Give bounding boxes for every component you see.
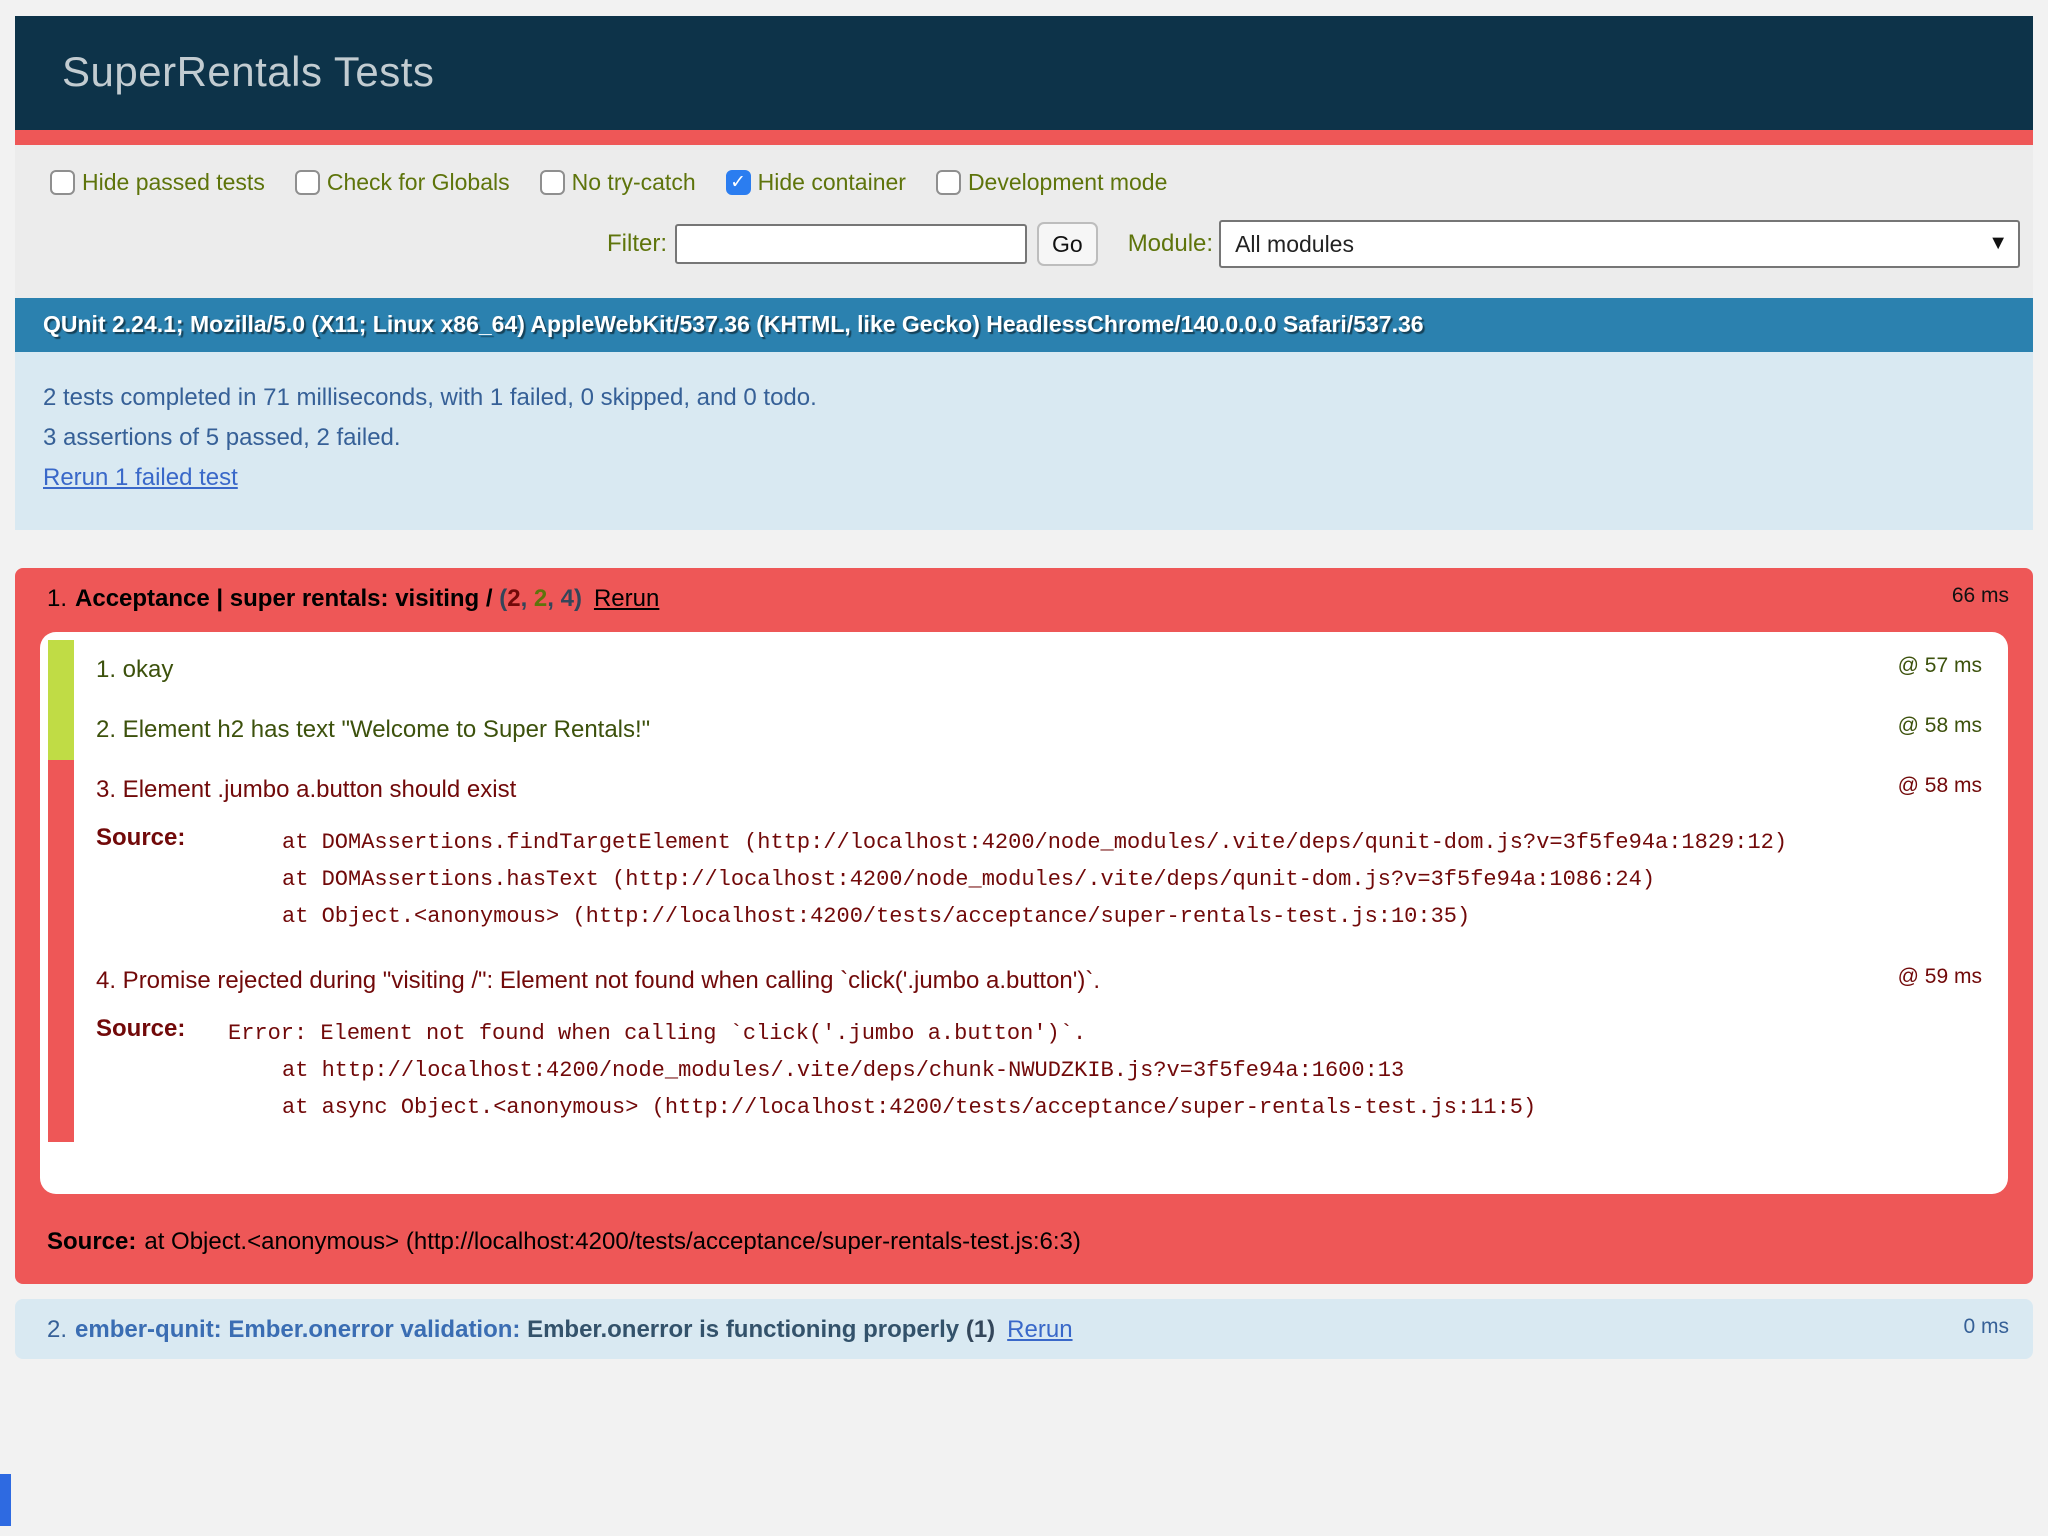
test-item-passed: 2. ember-qunit: Ember.onerror validation:… bbox=[15, 1299, 2033, 1359]
assertion-text: 1. okay bbox=[96, 656, 173, 683]
test-number: 2. bbox=[47, 1316, 67, 1343]
checkbox-check-for-globals[interactable]: Check for Globals bbox=[295, 169, 510, 196]
checkbox-label: Check for Globals bbox=[327, 169, 510, 196]
stack-trace: at DOMAssertions.findTargetElement (http… bbox=[228, 824, 1787, 935]
assertion-counts: (2, 2, 4) bbox=[499, 585, 582, 612]
checkbox-no-try-catch[interactable]: No try-catch bbox=[540, 169, 696, 196]
assertion-passed: 2. Element h2 has text "Welcome to Super… bbox=[48, 700, 2000, 760]
total-count: 4 bbox=[561, 585, 574, 612]
assertion-runtime: @ 57 ms bbox=[1898, 654, 1982, 678]
go-button[interactable]: Go bbox=[1037, 222, 1098, 266]
assertion-failed: 3. Element .jumbo a.button should exist … bbox=[48, 760, 2000, 951]
checkbox-box[interactable] bbox=[295, 170, 320, 195]
assertion-text: 4. Promise rejected during "visiting /":… bbox=[96, 967, 1100, 994]
checkbox-box[interactable] bbox=[540, 170, 565, 195]
assertion-runtime: @ 58 ms bbox=[1898, 774, 1982, 798]
filter-input[interactable] bbox=[675, 224, 1027, 264]
fail-banner bbox=[15, 130, 2033, 145]
module-name: Acceptance | super rentals: bbox=[75, 585, 395, 612]
checkbox-box[interactable] bbox=[50, 170, 75, 195]
stack-line: at DOMAssertions.findTargetElement (http… bbox=[228, 824, 1787, 861]
assertion-source: Source: Error: Element not found when ca… bbox=[96, 1015, 1984, 1126]
stack-line: at async Object.<anonymous> (http://loca… bbox=[228, 1089, 1536, 1126]
stack-line: at Object.<anonymous> (http://localhost:… bbox=[228, 898, 1787, 935]
chevron-down-icon: ▼ bbox=[1988, 232, 2008, 255]
checkbox-hide-container[interactable]: ✓ Hide container bbox=[726, 169, 906, 196]
test-item-failed: 1. Acceptance | super rentals: visiting /… bbox=[15, 568, 2033, 1284]
assert-list: 1. okay @ 57 ms 2. Element h2 has text "… bbox=[40, 632, 2008, 1194]
filter-row: Filter: Go Module: All modules ▼ bbox=[15, 220, 2020, 268]
assertion-runtime: @ 59 ms bbox=[1898, 965, 1982, 989]
tests-list: 1. Acceptance | super rentals: visiting /… bbox=[15, 568, 2033, 1359]
user-agent-bar: QUnit 2.24.1; Mozilla/5.0 (X11; Linux x8… bbox=[15, 298, 2033, 352]
stack-line: Error: Element not found when calling `c… bbox=[228, 1015, 1536, 1052]
source-label: Source: bbox=[96, 824, 228, 852]
checkbox-box[interactable] bbox=[936, 170, 961, 195]
summary-line-1: 2 tests completed in 71 milliseconds, wi… bbox=[43, 378, 2013, 418]
scroll-position-indicator bbox=[0, 1474, 11, 1526]
checkbox-label: No try-catch bbox=[572, 169, 696, 196]
rerun-test-link[interactable]: Rerun bbox=[594, 585, 659, 612]
summary-line-2: 3 assertions of 5 passed, 2 failed. bbox=[43, 418, 2013, 458]
test-header: 1. Acceptance | super rentals: visiting /… bbox=[15, 568, 2033, 628]
source-text: at Object.<anonymous> (http://localhost:… bbox=[144, 1228, 1081, 1255]
assertion-passed: 1. okay @ 57 ms bbox=[48, 640, 2000, 700]
test-header: 2. ember-qunit: Ember.onerror validation:… bbox=[15, 1299, 2033, 1359]
source-label: Source: bbox=[47, 1228, 136, 1255]
filter-label: Filter: bbox=[607, 230, 667, 258]
test-number: 1. bbox=[47, 585, 67, 612]
qunit-container: SuperRentals Tests Hide passed tests Che… bbox=[0, 0, 2048, 1359]
assertion-failed: 4. Promise rejected during "visiting /":… bbox=[48, 951, 2000, 1142]
module-name: ember-qunit: Ember.onerror validation: bbox=[75, 1316, 527, 1343]
rerun-failed-tests-link[interactable]: Rerun 1 failed test bbox=[43, 464, 238, 491]
test-result-summary: 2 tests completed in 71 milliseconds, wi… bbox=[15, 352, 2033, 530]
rerun-test-link[interactable]: Rerun bbox=[1007, 1316, 1072, 1343]
source-label: Source: bbox=[96, 1015, 228, 1043]
checkbox-label: Development mode bbox=[968, 169, 1167, 196]
stack-line: at http://localhost:4200/node_modules/.v… bbox=[228, 1052, 1536, 1089]
test-name: Ember.onerror is functioning properly bbox=[527, 1316, 966, 1343]
assertion-text: 3. Element .jumbo a.button should exist bbox=[96, 776, 516, 803]
checkbox-label: Hide passed tests bbox=[82, 169, 265, 196]
test-runtime: 0 ms bbox=[1963, 1315, 2009, 1339]
page-title: SuperRentals Tests bbox=[15, 16, 2033, 130]
module-select-value: All modules bbox=[1235, 231, 1354, 258]
test-name: visiting / bbox=[395, 585, 499, 612]
assertion-source: Source: at DOMAssertions.findTargetEleme… bbox=[96, 824, 1984, 935]
toolbar-checkbox-row: Hide passed tests Check for Globals No t… bbox=[15, 169, 2033, 196]
assertion-counts: (1) bbox=[966, 1316, 995, 1343]
checkbox-development-mode[interactable]: Development mode bbox=[936, 169, 1167, 196]
passed-count: 2 bbox=[534, 585, 547, 612]
checkbox-box-checked[interactable]: ✓ bbox=[726, 170, 751, 195]
total-count: 1 bbox=[974, 1316, 987, 1343]
stack-line: at DOMAssertions.hasText (http://localho… bbox=[228, 861, 1787, 898]
module-select[interactable]: All modules ▼ bbox=[1219, 220, 2020, 268]
assertion-runtime: @ 58 ms bbox=[1898, 714, 1982, 738]
failed-count: 2 bbox=[507, 585, 520, 612]
check-icon: ✓ bbox=[730, 171, 746, 194]
test-source: Source: at Object.<anonymous> (http://loc… bbox=[15, 1220, 2033, 1284]
checkbox-label: Hide container bbox=[758, 169, 906, 196]
checkbox-hide-passed-tests[interactable]: Hide passed tests bbox=[50, 169, 265, 196]
test-runtime: 66 ms bbox=[1952, 584, 2009, 608]
stack-trace: Error: Element not found when calling `c… bbox=[228, 1015, 1536, 1126]
assertion-text: 2. Element h2 has text "Welcome to Super… bbox=[96, 716, 650, 743]
module-label: Module: bbox=[1128, 230, 1213, 258]
testrunner-toolbar: Hide passed tests Check for Globals No t… bbox=[15, 145, 2033, 298]
